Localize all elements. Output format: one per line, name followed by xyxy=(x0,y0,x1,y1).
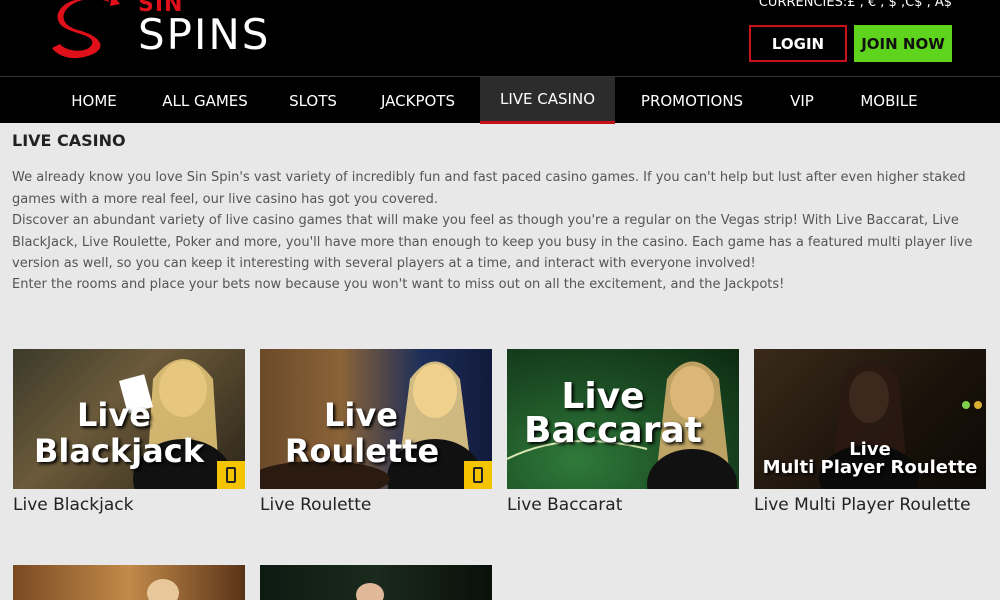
nav-item-home[interactable]: HOME xyxy=(50,77,138,124)
live-blackjack-label[interactable]: Live Blackjack xyxy=(13,495,133,515)
live-roulette-label[interactable]: Live Roulette xyxy=(260,495,371,515)
login-button[interactable]: LOGIN xyxy=(749,25,847,62)
currencies-text: CURRENCIES:£ , € , $ ,C$ , A$ xyxy=(758,0,952,10)
live-baccarat-label[interactable]: Live Baccarat xyxy=(507,495,622,515)
live-multi-player-roulette-label[interactable]: Live Multi Player Roulette xyxy=(754,495,971,515)
nav-item-slots[interactable]: SLOTS xyxy=(274,77,352,124)
game-thumbnail[interactable] xyxy=(260,565,492,600)
nav-item-jackpots[interactable]: JACKPOTS xyxy=(362,77,474,124)
nav-item-vip[interactable]: VIP xyxy=(770,77,834,124)
nav-item-all-games[interactable]: ALL GAMES xyxy=(145,77,265,124)
game-thumbnail[interactable] xyxy=(13,565,245,600)
join-now-button[interactable]: JOIN NOW xyxy=(854,25,952,62)
site-header: SIN SPINS CURRENCIES:£ , € , $ ,C$ , A$ … xyxy=(0,0,1000,76)
live-baccarat-overlay-bottom: Baccarat xyxy=(524,410,702,451)
dealer-image-icon xyxy=(356,583,384,600)
page-title: LIVE CASINO xyxy=(12,131,126,150)
logo-spins-text: SPINS xyxy=(138,10,271,59)
game-card-row2-1[interactable] xyxy=(13,565,245,600)
nav-item-mobile[interactable]: MOBILE xyxy=(842,77,936,124)
dealer-image-icon xyxy=(147,579,179,600)
mobile-icon xyxy=(217,461,245,489)
intro-paragraph-2: Discover an abundant variety of live cas… xyxy=(12,213,973,271)
live-blackjack-thumbnail[interactable]: Live Blackjack xyxy=(13,349,245,489)
live-baccarat-thumbnail[interactable]: Live Baccarat xyxy=(507,349,739,489)
live-multi-player-roulette-thumbnail[interactable]: Live Multi Player Roulette xyxy=(754,349,986,489)
live-multi-player-roulette-overlay-bottom: Multi Player Roulette xyxy=(762,457,978,478)
live-roulette-overlay-top: Live xyxy=(324,396,398,434)
intro-paragraph-1: We already know you love Sin Spin's vast… xyxy=(12,170,966,207)
mobile-icon xyxy=(464,461,492,489)
intro-paragraph-3: Enter the rooms and place your bets now … xyxy=(12,277,785,292)
live-blackjack-overlay-top: Live xyxy=(77,396,151,434)
main-nav: HOME ALL GAMES SLOTS JACKPOTS LIVE CASIN… xyxy=(0,76,1000,124)
live-roulette-overlay-bottom: Roulette xyxy=(284,432,440,470)
nav-item-live-casino[interactable]: LIVE CASINO xyxy=(480,77,615,124)
game-card-row2-2[interactable] xyxy=(260,565,492,600)
live-roulette-thumbnail[interactable]: Live Roulette xyxy=(260,349,492,489)
nav-item-promotions[interactable]: PROMOTIONS xyxy=(624,77,760,124)
live-blackjack-overlay-bottom: Blackjack xyxy=(33,432,204,470)
